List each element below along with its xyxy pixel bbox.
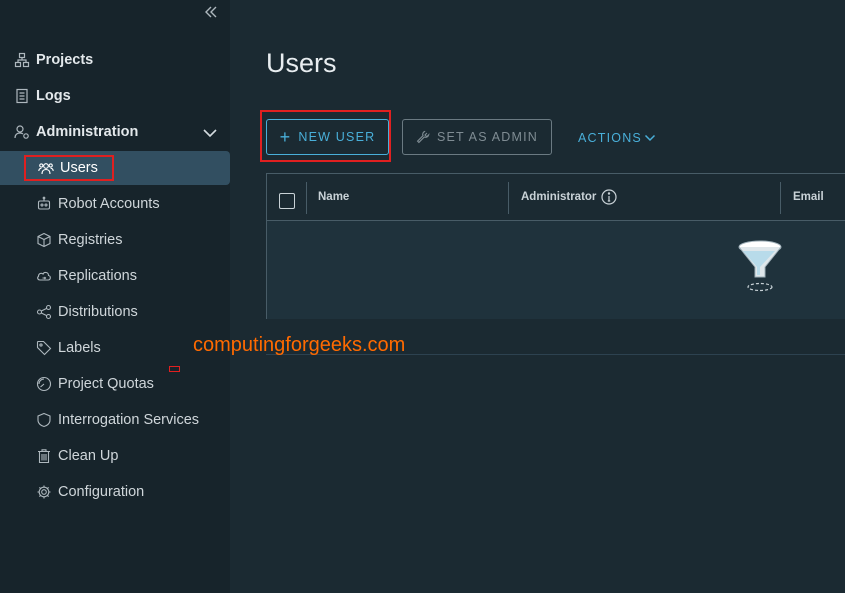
column-separator	[508, 182, 509, 214]
sidebar-item-logs[interactable]: Logs	[0, 79, 230, 113]
filter-funnel-icon	[738, 240, 782, 292]
users-datagrid: Name Administrator Email	[266, 173, 845, 319]
column-header-email[interactable]: Email	[793, 174, 824, 220]
users-item-highlight: Users	[24, 155, 114, 181]
double-chevron-left-icon	[205, 6, 217, 18]
set-as-admin-button[interactable]: SET AS ADMIN	[402, 119, 552, 155]
sidebar-item-projects[interactable]: Projects	[0, 43, 230, 77]
sidebar-item-distributions[interactable]: Distributions	[0, 295, 230, 329]
column-separator	[780, 182, 781, 214]
chevron-down-icon[interactable]	[202, 125, 218, 141]
administration-icon	[14, 124, 30, 140]
sidebar-item-interrogation-services[interactable]: Interrogation Services	[0, 403, 230, 437]
sidebar-item-label: Labels	[58, 340, 101, 356]
column-header-label: Email	[793, 191, 824, 203]
datagrid-header: Name Administrator Email	[267, 174, 845, 221]
column-header-label: Administrator	[521, 191, 597, 203]
new-user-label: NEW USER	[298, 130, 376, 144]
chevron-down-icon	[644, 132, 656, 144]
sidebar-item-label: Distributions	[58, 304, 138, 320]
sidebar-item-label: Robot Accounts	[58, 196, 160, 212]
wrench-icon	[416, 130, 430, 144]
sidebar-item-label: Project Quotas	[58, 376, 154, 392]
sidebar-item-label: Clean Up	[58, 448, 119, 464]
datagrid-empty-placeholder	[267, 221, 845, 319]
app-root: Projects Logs Administration Users Robot…	[0, 0, 845, 593]
sidebar-item-label: Registries	[58, 232, 123, 248]
sidebar-item-label: Users	[60, 160, 98, 176]
sidebar-item-label: Replications	[58, 268, 137, 284]
collapse-sidebar-button[interactable]	[200, 2, 222, 22]
trash-icon	[36, 448, 52, 464]
quotas-icon	[36, 376, 52, 392]
logs-icon	[14, 88, 30, 104]
actions-label: ACTIONS	[578, 131, 642, 145]
actions-dropdown[interactable]: ACTIONS	[578, 128, 656, 148]
plus-icon: +	[279, 127, 292, 147]
column-header-label: Name	[318, 191, 350, 203]
sidebar-item-project-quotas[interactable]: Project Quotas	[0, 367, 230, 401]
column-header-name[interactable]: Name	[318, 174, 349, 220]
page-title: Users	[266, 48, 337, 78]
sidebar-item-label: Projects	[36, 52, 94, 68]
sidebar-item-replications[interactable]: Replications	[0, 259, 230, 293]
projects-icon	[14, 52, 30, 68]
select-all-checkbox[interactable]	[279, 193, 295, 209]
sidebar-item-label: Interrogation Services	[58, 412, 200, 428]
sidebar: Projects Logs Administration Users Robot…	[0, 0, 230, 593]
sidebar-item-clean-up[interactable]: Clean Up	[0, 439, 230, 473]
annotation-mark	[169, 366, 180, 372]
sidebar-item-registries[interactable]: Registries	[0, 223, 230, 257]
registries-icon	[36, 232, 52, 248]
users-icon	[38, 160, 54, 176]
column-header-administrator[interactable]: Administrator	[521, 174, 618, 220]
sidebar-item-label: Administration	[36, 124, 139, 140]
robot-icon	[36, 196, 52, 212]
set-as-admin-label: SET AS ADMIN	[436, 130, 538, 144]
info-icon[interactable]	[601, 189, 618, 205]
sidebar-item-users[interactable]: Users	[0, 151, 230, 185]
column-separator	[306, 182, 307, 214]
sidebar-item-configuration[interactable]: Configuration	[0, 475, 230, 509]
labels-icon	[36, 340, 52, 356]
distributions-icon	[36, 304, 52, 320]
replications-icon	[36, 268, 52, 284]
watermark-text: computingforgeeks.com	[193, 334, 406, 356]
gear-icon	[36, 484, 52, 500]
sidebar-item-robot-accounts[interactable]: Robot Accounts	[0, 187, 230, 221]
sidebar-item-label: Configuration	[58, 484, 145, 500]
sidebar-item-label: Logs	[36, 88, 71, 104]
sidebar-item-administration[interactable]: Administration	[0, 115, 230, 149]
shield-icon	[36, 412, 52, 428]
new-user-button[interactable]: + NEW USER	[266, 119, 389, 155]
